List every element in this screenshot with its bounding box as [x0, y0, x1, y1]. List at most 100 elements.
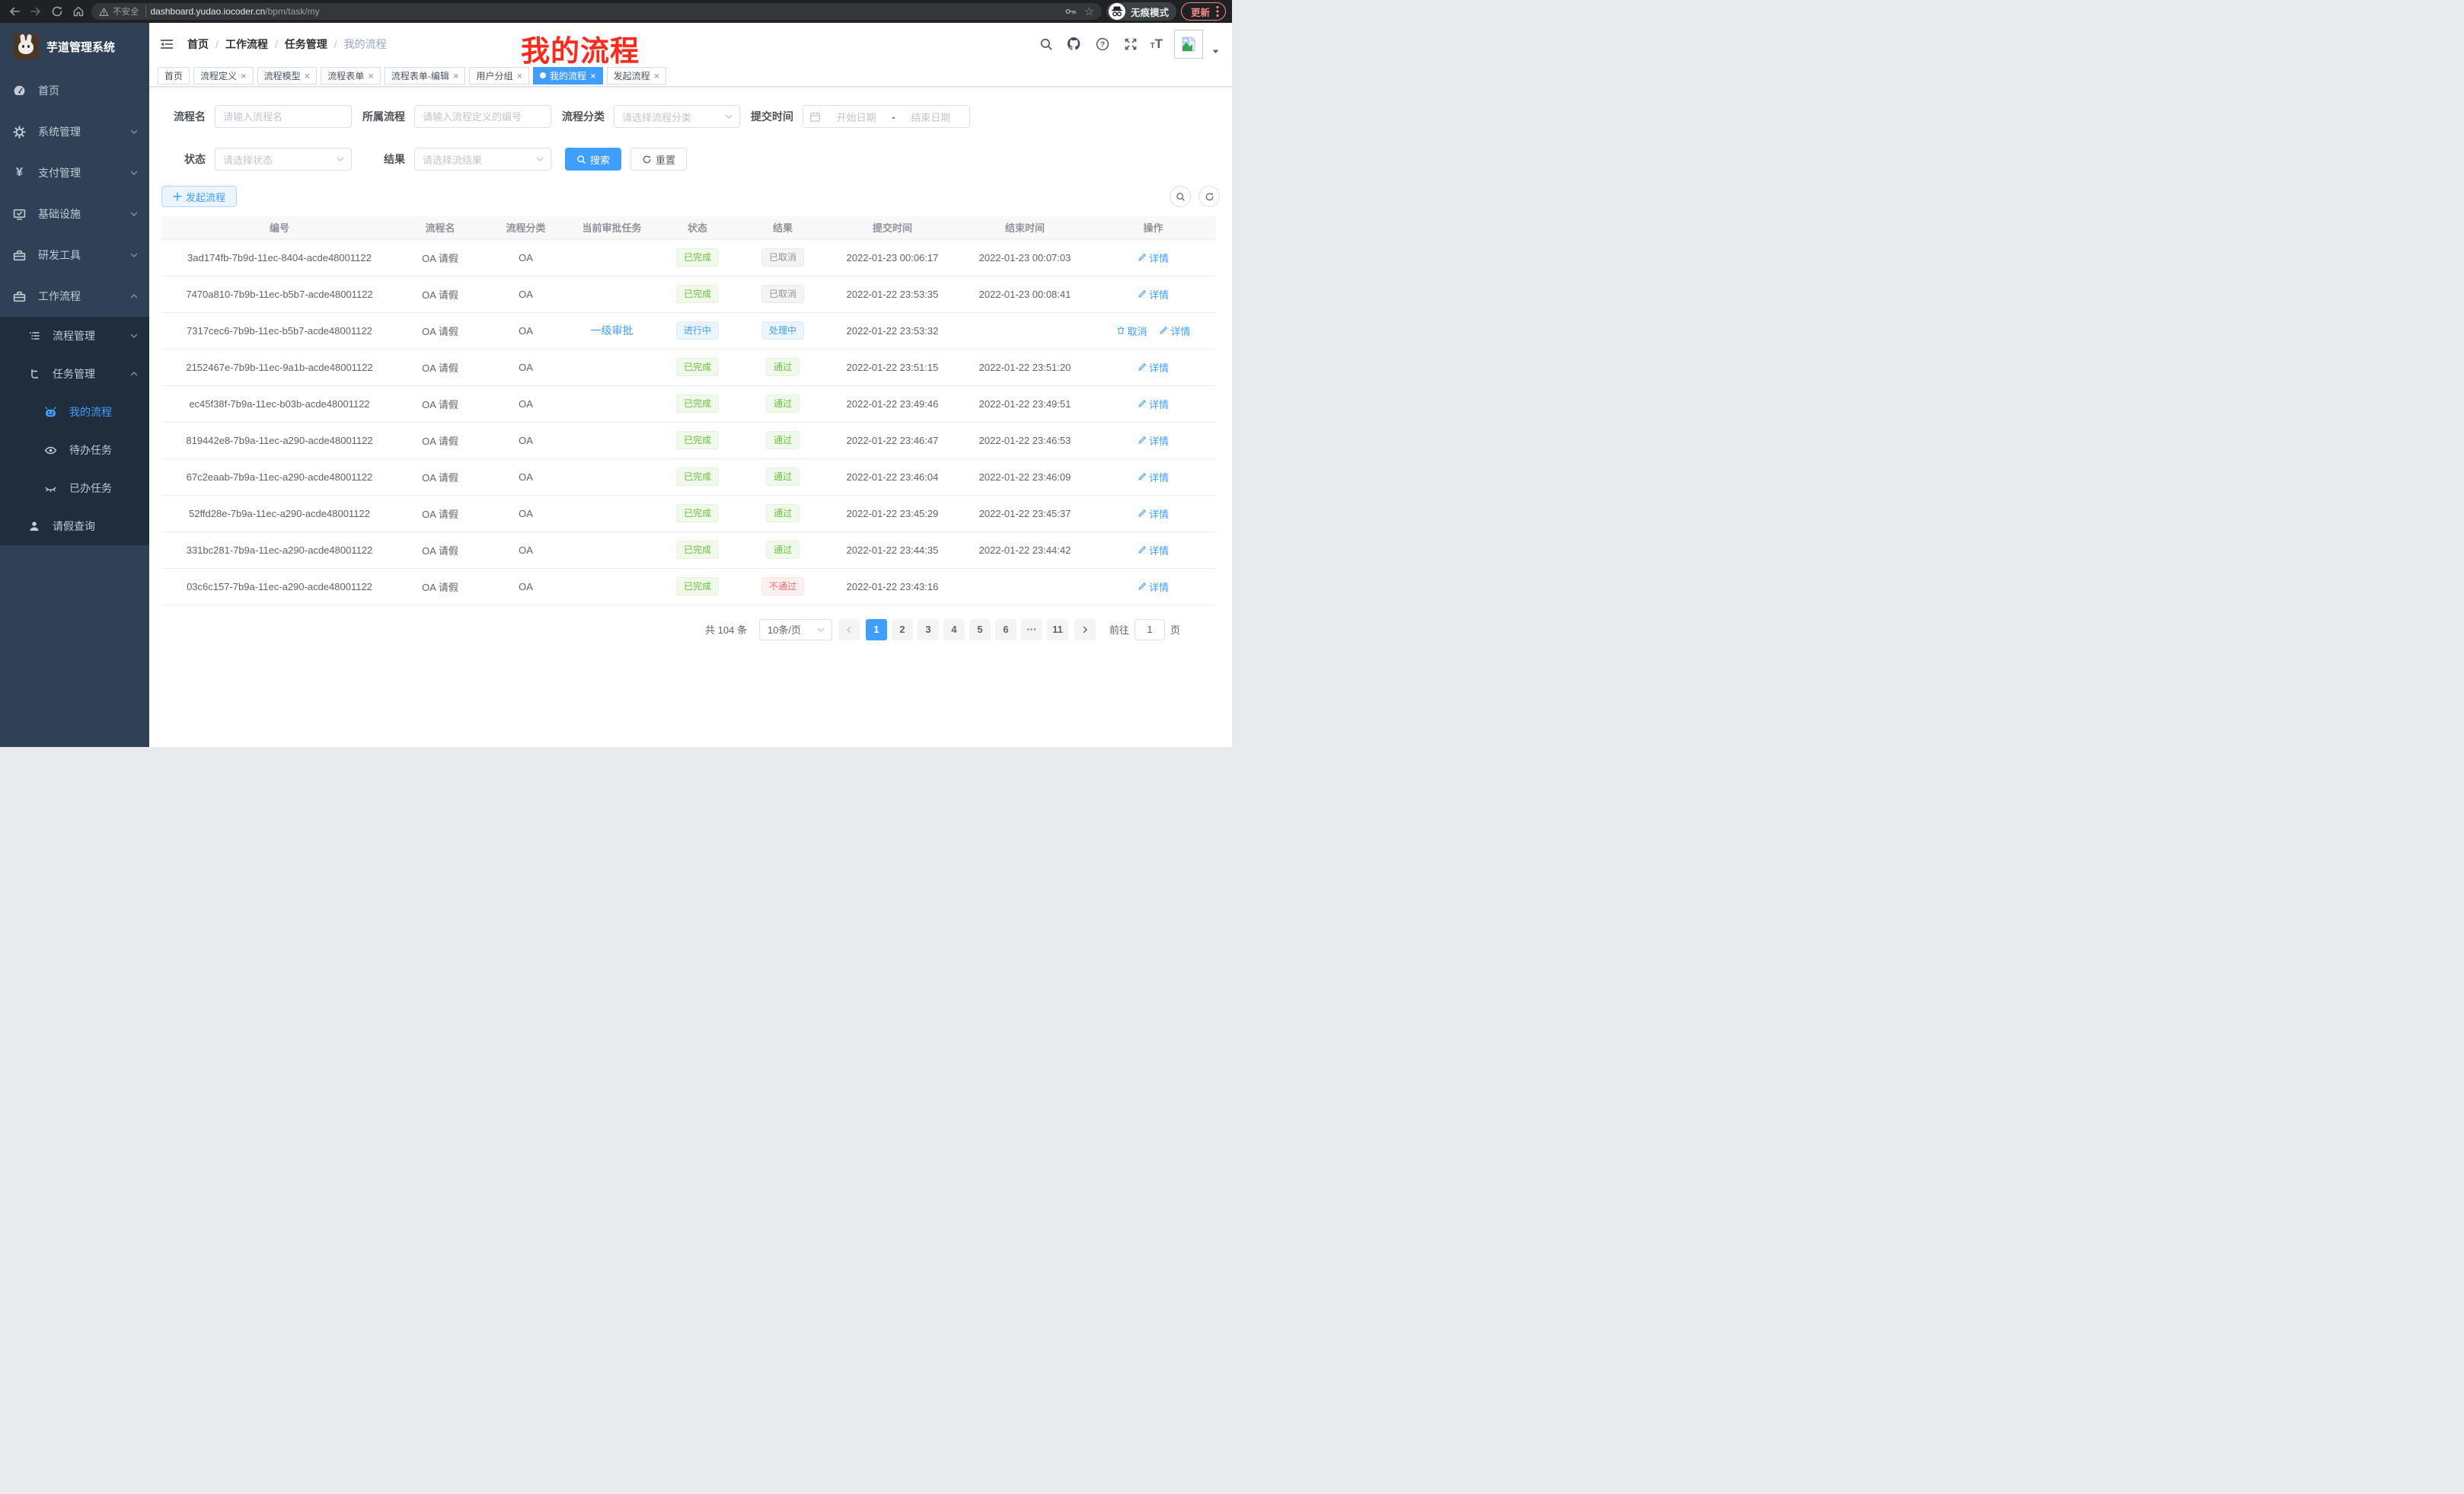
forward-icon[interactable] — [27, 3, 44, 20]
page-button[interactable]: 2 — [892, 619, 913, 640]
tab-process-form-edit[interactable]: 流程表单-编辑× — [385, 67, 466, 85]
cell-category: OA — [483, 239, 569, 276]
fullscreen-icon[interactable] — [1122, 36, 1139, 53]
chevron-down-icon — [129, 251, 139, 260]
tab-process-definition[interactable]: 流程定义× — [193, 67, 254, 85]
tab-home[interactable]: 首页 — [158, 67, 190, 85]
home-icon[interactable] — [70, 3, 87, 20]
sidebar-item-label: 工作流程 — [38, 289, 117, 304]
process-def-input[interactable] — [423, 111, 543, 123]
detail-link[interactable]: 详情 — [1138, 360, 1169, 375]
prev-page-button[interactable] — [838, 619, 860, 640]
next-page-button[interactable] — [1074, 619, 1096, 640]
close-icon[interactable]: × — [654, 71, 660, 81]
page-button[interactable]: 5 — [969, 619, 991, 640]
page-button[interactable]: 11 — [1047, 619, 1068, 640]
page-button[interactable]: 6 — [995, 619, 1017, 640]
app-logo-row[interactable]: 芋道管理系统 — [0, 23, 149, 70]
tags-view-bar: 首页 流程定义× 流程模型× 流程表单× 流程表单-编辑× 用户分组× 我的流程… — [149, 65, 1232, 87]
bookmark-star-icon[interactable]: ☆ — [1084, 6, 1094, 18]
breadcrumb-home[interactable]: 首页 — [187, 37, 209, 52]
more-pages-button[interactable]: ··· — [1021, 619, 1042, 640]
close-icon[interactable]: × — [516, 71, 522, 81]
chevron-down-icon — [724, 112, 733, 121]
page-button[interactable]: 1 — [866, 619, 887, 640]
detail-link[interactable]: 详情 — [1138, 506, 1169, 521]
detail-link[interactable]: 详情 — [1138, 543, 1169, 557]
tab-process-form[interactable]: 流程表单× — [321, 67, 381, 85]
url-bar[interactable]: 不安全 dashboard.yudao.iocoder.cn/bpm/task/… — [91, 3, 1102, 20]
detail-link[interactable]: 详情 — [1138, 251, 1169, 265]
cell-end-time: 2022-01-22 23:46:53 — [959, 422, 1090, 458]
update-button[interactable]: 更新 — [1181, 2, 1226, 21]
current-task-link[interactable]: 一级审批 — [591, 324, 634, 337]
detail-link[interactable]: 详情 — [1159, 324, 1190, 338]
sidebar-item-label: 待办任务 — [69, 442, 139, 458]
key-icon[interactable] — [1064, 5, 1077, 18]
detail-link[interactable]: 详情 — [1138, 287, 1169, 302]
result-select[interactable]: 请选择流结果 — [414, 148, 551, 171]
sidebar-item-system[interactable]: 系统管理 — [0, 111, 149, 152]
goto-page: 前往 页 — [1109, 619, 1180, 640]
sidebar-item-workflow[interactable]: 工作流程 — [0, 276, 149, 317]
close-icon[interactable]: × — [241, 71, 247, 81]
process-list-icon — [28, 330, 40, 342]
search-button[interactable]: 搜索 — [565, 148, 621, 171]
page-button[interactable]: 4 — [943, 619, 965, 640]
sidebar-item-label: 系统管理 — [38, 124, 117, 139]
sidebar-item-my-process[interactable]: 我的流程 — [0, 393, 149, 431]
security-chip[interactable]: 不安全 — [99, 5, 146, 18]
submit-time-range[interactable]: 开始日期 - 结束日期 — [803, 105, 970, 128]
status-badge: 已完成 — [676, 394, 719, 413]
detail-link[interactable]: 详情 — [1138, 470, 1169, 484]
breadcrumb-task-mgmt[interactable]: 任务管理 — [285, 37, 327, 52]
create-process-button[interactable]: 发起流程 — [161, 186, 237, 207]
close-icon[interactable]: × — [590, 71, 596, 81]
process-name-input[interactable] — [223, 111, 343, 123]
page-button[interactable]: 3 — [918, 619, 939, 640]
refresh-icon — [1205, 192, 1214, 202]
sidebar-item-process-mgmt[interactable]: 流程管理 — [0, 317, 149, 355]
cancel-link[interactable]: 取消 — [1116, 324, 1147, 338]
back-icon[interactable] — [6, 3, 23, 20]
app-title: 芋道管理系统 — [46, 39, 115, 55]
sidebar-item-home[interactable]: 首页 — [0, 70, 149, 111]
reset-button[interactable]: 重置 — [630, 148, 687, 171]
refresh-list-button[interactable] — [1198, 186, 1220, 207]
detail-link[interactable]: 详情 — [1138, 397, 1169, 411]
status-select[interactable]: 请选择状态 — [215, 148, 352, 171]
sidebar-item-todo-tasks[interactable]: 待办任务 — [0, 431, 149, 469]
tab-process-model[interactable]: 流程模型× — [257, 67, 318, 85]
cell-name: OA 请假 — [397, 312, 483, 349]
close-icon[interactable]: × — [453, 71, 459, 81]
sidebar-item-infra[interactable]: 基础设施 — [0, 193, 149, 235]
font-size-icon[interactable]: TT — [1151, 37, 1163, 50]
dashboard-icon — [13, 85, 26, 97]
sidebar-item-devtools[interactable]: 研发工具 — [0, 235, 149, 276]
search-icon[interactable] — [1038, 36, 1055, 53]
sidebar-item-leave-query[interactable]: 请假查询 — [0, 507, 149, 545]
detail-link[interactable]: 详情 — [1138, 579, 1169, 594]
page-size-select[interactable]: 10条/页 — [759, 619, 832, 640]
category-select[interactable]: 请选择流程分类 — [614, 105, 740, 128]
cell-end-time: 2022-01-22 23:45:37 — [959, 495, 1090, 532]
col-id: 编号 — [161, 216, 397, 239]
toggle-search-button[interactable] — [1170, 186, 1191, 207]
sidebar-item-done-tasks[interactable]: 已办任务 — [0, 469, 149, 507]
chevron-down-icon[interactable] — [1211, 47, 1220, 56]
reload-icon[interactable] — [49, 3, 65, 20]
breadcrumb-workflow[interactable]: 工作流程 — [225, 37, 268, 52]
monitor-check-icon — [13, 208, 26, 221]
goto-page-input[interactable] — [1135, 619, 1165, 640]
detail-link[interactable]: 详情 — [1138, 433, 1169, 448]
sidebar-item-payment[interactable]: ¥ 支付管理 — [0, 152, 149, 193]
help-icon[interactable]: ? — [1094, 36, 1111, 53]
kebab-menu-icon[interactable] — [1216, 5, 1219, 18]
sidebar-item-task-mgmt[interactable]: 任务管理 — [0, 355, 149, 393]
close-icon[interactable]: × — [368, 71, 374, 81]
hamburger-icon[interactable] — [158, 36, 175, 53]
avatar[interactable] — [1174, 30, 1203, 59]
github-icon[interactable] — [1066, 36, 1083, 53]
table-row: 67c2eaab-7b9a-11ec-a290-acde48001122 OA … — [161, 458, 1216, 495]
close-icon[interactable]: × — [305, 71, 311, 81]
